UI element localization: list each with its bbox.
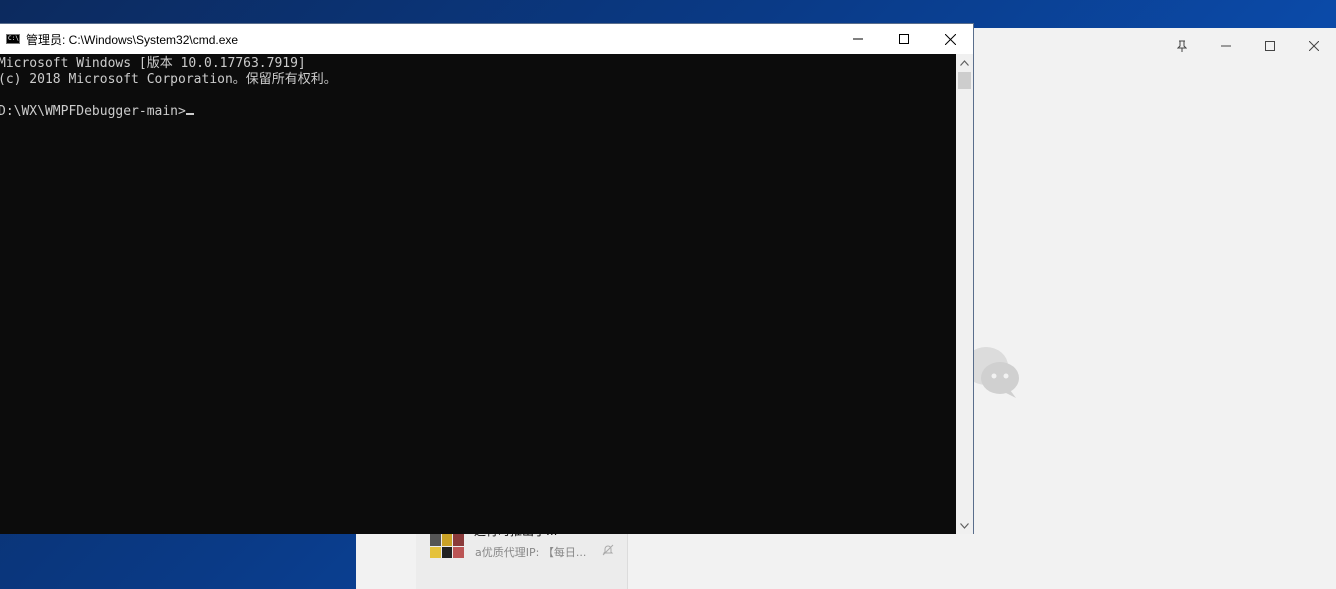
maximize-icon (1265, 41, 1275, 51)
close-button[interactable] (1292, 28, 1336, 64)
minimize-button[interactable] (835, 24, 881, 54)
window-title: 管理员: C:\Windows\System32\cmd.exe (26, 33, 239, 47)
text-cursor (185, 113, 194, 115)
desktop-wallpaper: 运行时推出了... a优质代理IP: 【每日... (0, 0, 1336, 589)
cmd-window: C:\ 管理员: C:\Windows\System32\cmd.exe Mic… (0, 23, 974, 534)
pin-button[interactable] (1160, 28, 1204, 64)
minimize-icon (853, 38, 863, 40)
chevron-up-icon (960, 59, 969, 66)
maximize-button[interactable] (881, 24, 927, 54)
console-prompt: D:\WX\WMPFDebugger-main> (0, 104, 186, 119)
minimize-icon (1221, 45, 1231, 47)
chat-item-preview: a优质代理IP: 【每日... (475, 546, 587, 559)
close-icon (944, 33, 956, 45)
chat-list-item[interactable]: 运行时推出了... a优质代理IP: 【每日... (416, 524, 627, 588)
cmd-app-icon-text: C:\ (8, 35, 19, 42)
chevron-down-icon (960, 522, 969, 529)
console-line-version: Microsoft Windows [版本 10.0.17763.7919] (0, 56, 306, 71)
close-icon (1309, 41, 1319, 51)
pin-icon (1177, 40, 1187, 52)
console-prompt-line[interactable]: D:\WX\WMPFDebugger-main> (0, 104, 194, 120)
maximize-icon (899, 34, 909, 44)
minimize-button[interactable] (1204, 28, 1248, 64)
cmd-titlebar[interactable]: C:\ 管理员: C:\Windows\System32\cmd.exe (0, 24, 973, 54)
group-avatar (430, 534, 464, 558)
mute-bell-icon (602, 544, 614, 556)
console-output[interactable]: Microsoft Windows [版本 10.0.17763.7919] (… (0, 54, 956, 534)
scrollbar-thumb[interactable] (958, 72, 971, 89)
scroll-down-button[interactable] (956, 517, 973, 534)
close-button[interactable] (927, 24, 973, 54)
scroll-up-button[interactable] (956, 54, 973, 71)
console-line-copyright: (c) 2018 Microsoft Corporation。保留所有权利。 (0, 72, 337, 87)
wechat-window-controls (1160, 28, 1336, 64)
maximize-button[interactable] (1248, 28, 1292, 64)
cmd-app-icon[interactable]: C:\ (6, 34, 20, 44)
vertical-scrollbar[interactable] (956, 54, 973, 534)
cmd-window-controls (835, 24, 973, 54)
